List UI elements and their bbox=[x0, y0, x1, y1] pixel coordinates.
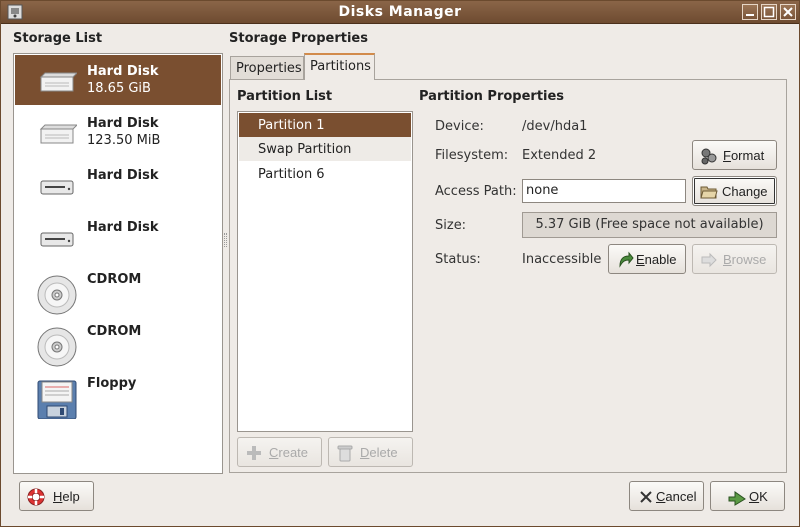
partition-properties-heading: Partition Properties bbox=[419, 89, 565, 104]
create-button[interactable]: Create bbox=[237, 437, 322, 467]
partition-item[interactable]: Partition 6 bbox=[239, 162, 411, 186]
floppy-icon bbox=[37, 377, 77, 420]
storage-item-name: Hard Disk bbox=[87, 116, 159, 131]
storage-item-floppy[interactable]: Floppy bbox=[15, 367, 221, 420]
create-label: Create bbox=[269, 445, 309, 460]
hard-disk-small-icon bbox=[37, 221, 77, 257]
storage-item-name: Hard Disk bbox=[87, 168, 159, 183]
partition-list-heading: Partition List bbox=[237, 89, 333, 104]
cancel-label: Cancel bbox=[656, 489, 697, 504]
change-button[interactable]: Change bbox=[692, 176, 777, 206]
help-lifebuoy-icon bbox=[27, 488, 45, 506]
storage-item-name: CDROM bbox=[87, 324, 142, 339]
trash-icon bbox=[336, 444, 354, 462]
change-label: Change bbox=[722, 184, 768, 199]
cdrom-icon bbox=[37, 273, 77, 315]
close-icon[interactable] bbox=[780, 4, 796, 20]
hard-disk-icon bbox=[37, 65, 79, 101]
status-value: Inaccessible bbox=[522, 252, 602, 267]
window-title: Disks Manager bbox=[338, 4, 462, 20]
format-button[interactable]: Format bbox=[692, 140, 777, 170]
size-value: 5.37 GiB (Free space not available) bbox=[522, 212, 777, 238]
help-label: Help bbox=[53, 489, 80, 504]
ok-label: OK bbox=[749, 489, 768, 504]
tab-properties[interactable]: Properties bbox=[230, 56, 304, 81]
disks-manager-window: Disks Manager Storage List Hard Disk 18.… bbox=[0, 0, 800, 527]
delete-label: Delete bbox=[360, 445, 398, 460]
pane-resize-handle[interactable] bbox=[224, 233, 227, 247]
storage-item-cdrom-2[interactable]: CDROM bbox=[15, 315, 221, 367]
ok-check-icon bbox=[727, 488, 746, 506]
storage-item-hard-disk-2[interactable]: Hard Disk 123.50 MiB bbox=[15, 107, 221, 157]
storage-item-name: Hard Disk bbox=[87, 64, 159, 79]
enable-arrow-icon bbox=[616, 251, 634, 269]
format-label: Format bbox=[723, 148, 765, 163]
title-bar[interactable]: Disks Manager bbox=[1, 1, 799, 24]
access-path-field[interactable]: none bbox=[522, 179, 686, 203]
enable-label: Enable bbox=[636, 252, 677, 267]
format-icon bbox=[700, 147, 718, 165]
folder-open-icon bbox=[700, 183, 718, 201]
storage-item-name: CDROM bbox=[87, 272, 142, 287]
hard-disk-small-icon bbox=[37, 169, 77, 205]
access-path-label: Access Path: bbox=[435, 184, 517, 199]
storage-item-size: 18.65 GiB bbox=[87, 81, 151, 96]
storage-item-hard-disk-3[interactable]: Hard Disk bbox=[15, 159, 221, 209]
storage-item-name: Hard Disk bbox=[87, 220, 159, 235]
storage-list-heading: Storage List bbox=[13, 31, 103, 46]
browse-label: Browse bbox=[723, 252, 767, 267]
size-label: Size: bbox=[435, 218, 467, 233]
filesystem-label: Filesystem: bbox=[435, 148, 509, 163]
cancel-button[interactable]: Cancel bbox=[629, 481, 704, 511]
partition-item[interactable]: Swap Partition bbox=[239, 137, 411, 161]
help-button[interactable]: Help bbox=[19, 481, 94, 511]
storage-list: Hard Disk 18.65 GiB Hard Disk 123.50 MiB… bbox=[13, 53, 223, 474]
maximize-icon[interactable] bbox=[761, 4, 777, 20]
storage-properties-heading: Storage Properties bbox=[229, 31, 368, 46]
enable-button[interactable]: Enable bbox=[608, 244, 686, 274]
storage-item-size: 123.50 MiB bbox=[87, 133, 161, 148]
status-label: Status: bbox=[435, 252, 481, 267]
cancel-x-icon bbox=[637, 488, 655, 506]
device-value: /dev/hda1 bbox=[522, 119, 588, 134]
minimize-icon[interactable] bbox=[742, 4, 758, 20]
filesystem-value: Extended 2 bbox=[522, 148, 597, 163]
cdrom-icon bbox=[37, 325, 77, 367]
partitions-tab-panel: Partition List Partition 1 Swap Partitio… bbox=[229, 79, 787, 473]
partition-list: Partition 1 Swap Partition Partition 6 bbox=[237, 111, 413, 432]
plus-icon bbox=[245, 444, 263, 462]
storage-item-cdrom-1[interactable]: CDROM bbox=[15, 263, 221, 315]
storage-item-hard-disk-4[interactable]: Hard Disk bbox=[15, 211, 221, 261]
storage-item-hard-disk-1[interactable]: Hard Disk 18.65 GiB bbox=[15, 55, 221, 105]
partition-item[interactable]: Partition 1 bbox=[239, 113, 411, 137]
tab-partitions[interactable]: Partitions bbox=[304, 53, 375, 80]
browse-button[interactable]: Browse bbox=[692, 244, 777, 274]
delete-button[interactable]: Delete bbox=[328, 437, 413, 467]
storage-item-name: Floppy bbox=[87, 376, 137, 391]
ok-button[interactable]: OK bbox=[710, 481, 785, 511]
hard-disk-icon bbox=[37, 117, 79, 153]
device-label: Device: bbox=[435, 119, 484, 134]
browse-icon bbox=[700, 251, 718, 269]
